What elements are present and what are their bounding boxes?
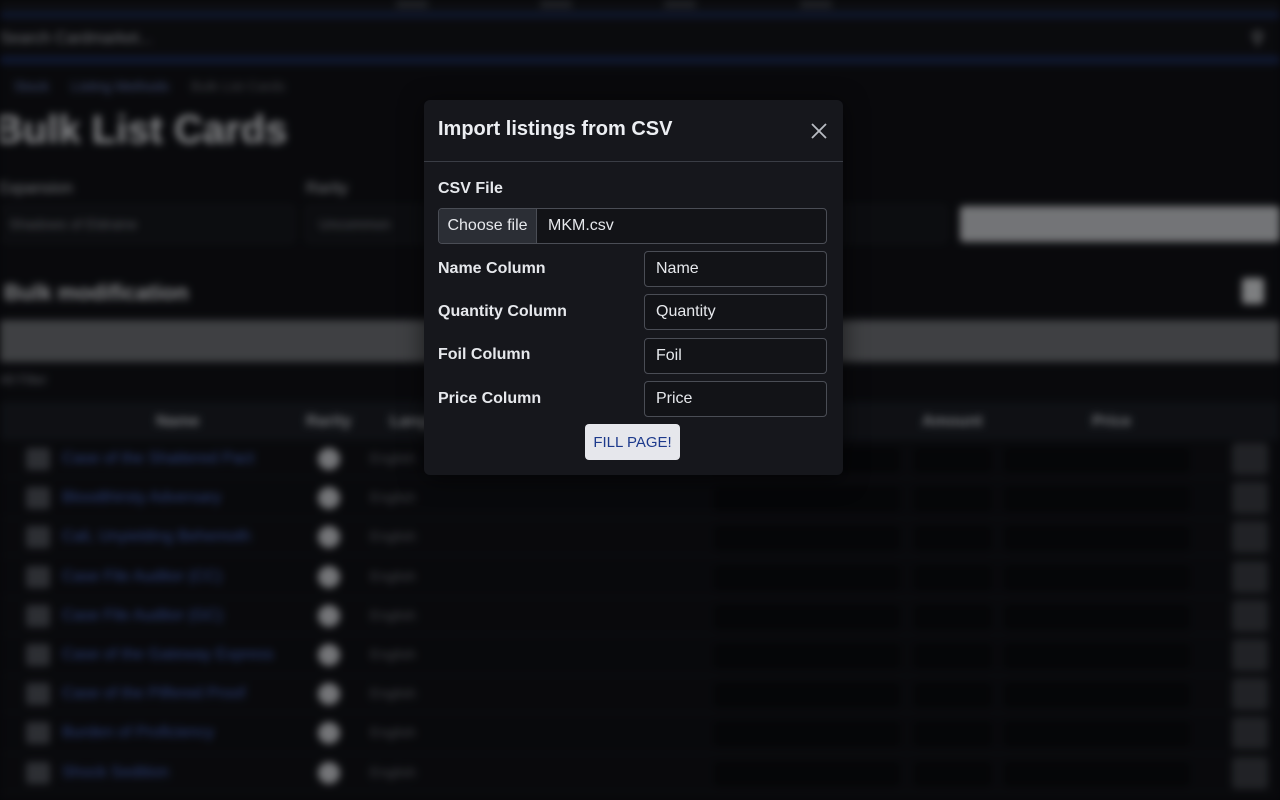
foil-column-input[interactable]	[644, 338, 827, 374]
csv-file-input[interactable]: Choose file MKM.csv	[438, 208, 827, 244]
modal-header: Import listings from CSV	[424, 100, 843, 162]
import-csv-modal: Import listings from CSV CSV File Choose…	[424, 100, 843, 475]
name-column-input[interactable]	[644, 251, 827, 287]
quantity-column-label: Quantity Column	[438, 303, 567, 320]
name-column-label: Name Column	[438, 260, 546, 277]
foil-column-label: Foil Column	[438, 346, 531, 363]
close-icon	[811, 123, 827, 139]
quantity-column-input[interactable]	[644, 294, 827, 330]
close-button[interactable]	[807, 119, 831, 143]
csv-file-label: CSV File	[438, 180, 503, 197]
fill-page-button[interactable]: FILL PAGE!	[585, 424, 680, 460]
modal-title: Import listings from CSV	[438, 118, 673, 140]
selected-file-name: MKM.csv	[548, 217, 614, 234]
price-column-input[interactable]	[644, 381, 827, 417]
price-column-label: Price Column	[438, 390, 542, 407]
choose-file-button[interactable]: Choose file	[439, 209, 537, 243]
